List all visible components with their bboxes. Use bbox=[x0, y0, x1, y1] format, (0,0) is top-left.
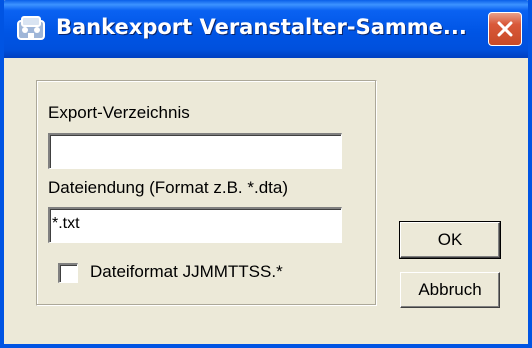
app-icon bbox=[16, 14, 46, 44]
fileformat-checkbox-label[interactable]: Dateiformat JJMMTTSS.* bbox=[90, 262, 283, 282]
file-extension-label: Dateiendung (Format z.B. *.dta) bbox=[48, 178, 289, 197]
close-button[interactable] bbox=[488, 12, 522, 46]
close-icon bbox=[497, 21, 513, 37]
export-directory-label: Export-Verzeichnis bbox=[48, 103, 190, 122]
export-directory-input[interactable] bbox=[48, 133, 342, 169]
title-bar[interactable]: Bankexport Veranstalter-Samme... bbox=[4, 0, 528, 58]
window-title: Bankexport Veranstalter-Samme... bbox=[56, 15, 467, 39]
dialog-window: Bankexport Veranstalter-Samme... Export-… bbox=[0, 0, 532, 348]
fileformat-checkbox[interactable] bbox=[58, 263, 78, 283]
file-extension-input[interactable]: *.txt bbox=[48, 207, 342, 243]
cancel-button[interactable]: Abbruch bbox=[400, 272, 500, 308]
ok-button[interactable]: OK bbox=[399, 221, 501, 259]
